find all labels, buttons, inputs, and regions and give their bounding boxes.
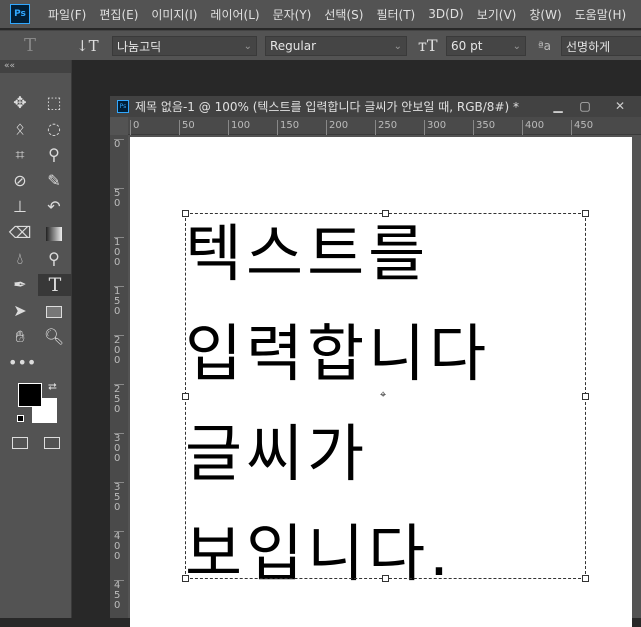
swap-colors-icon[interactable]: ⮂ xyxy=(48,380,57,394)
resize-handle[interactable] xyxy=(382,575,389,582)
font-size-value: 60 pt xyxy=(451,39,483,53)
ruler-tick-label: 0 xyxy=(114,139,124,150)
ruler-tick-label: 150 xyxy=(277,120,299,135)
menu-help[interactable]: 도움말(H) xyxy=(575,6,627,23)
menu-select[interactable]: 선택(S) xyxy=(324,6,363,23)
dodge-tool-icon[interactable]: ⚲ xyxy=(42,248,66,270)
history-brush-tool-icon[interactable]: ↶ xyxy=(42,196,66,218)
minimize-button[interactable]: ▁ xyxy=(544,96,572,117)
ruler-tick-label: 100 xyxy=(228,120,250,135)
toggle-text-orientation-icon[interactable]: ↓T xyxy=(76,37,99,55)
rectangle-tool-icon[interactable] xyxy=(42,300,66,322)
clone-stamp-tool-icon[interactable]: ⊥ xyxy=(8,196,32,218)
type-tool-preset-icon[interactable]: T xyxy=(24,35,36,56)
font-size-icon: тT xyxy=(418,36,438,55)
resize-handle[interactable] xyxy=(582,393,589,400)
antialias-value: 선명하게 xyxy=(566,39,611,54)
default-colors-icon[interactable] xyxy=(17,415,24,422)
menu-image[interactable]: 이미지(I) xyxy=(151,6,197,23)
move-tool-icon[interactable]: ✥ xyxy=(8,92,32,114)
close-button[interactable]: ✕ xyxy=(606,96,634,117)
ruler-tick-label: 1 0 0 xyxy=(114,237,124,268)
tools-panel: «« ✥ ⬚ ᛟ ◌ ⌗ ⚲ ⊘ ✎ ⊥ ↶ ⌫ 💧︎ ⚲ ✒︎ T ➤ ✋︎ … xyxy=(0,60,72,618)
menu-3d[interactable]: 3D(D) xyxy=(428,7,463,21)
ruler-tick-label: 400 xyxy=(522,120,544,135)
blur-tool-icon[interactable]: 💧︎ xyxy=(8,248,32,270)
chevron-down-icon: ⌄ xyxy=(393,40,402,52)
menu-bar: Ps 파일(F) 편집(E) 이미지(I) 레이어(L) 문자(Y) 선택(S)… xyxy=(0,0,641,28)
ruler-tick-label: 3 5 0 xyxy=(114,482,124,513)
menu-layer[interactable]: 레이어(L) xyxy=(210,6,259,23)
foreground-color-swatch[interactable] xyxy=(18,383,42,407)
ruler-tick-label: 5 0 xyxy=(114,188,124,209)
document-tab[interactable]: Ps 제목 없음-1 @ 100% (텍스트를 입력합니다 글씨가 안보일 때,… xyxy=(110,96,641,117)
vertical-ruler: 0 5 0 1 0 0 1 5 0 2 0 0 2 5 0 3 0 0 3 5 0 4 0 0 4… xyxy=(110,135,128,618)
ruler-tick-label: 2 5 0 xyxy=(114,384,124,415)
healing-brush-tool-icon[interactable]: ⊘ xyxy=(8,170,32,192)
resize-handle[interactable] xyxy=(582,210,589,217)
antialias-icon: ªa xyxy=(538,38,552,53)
marquee-tool-icon[interactable]: ⬚ xyxy=(42,92,66,114)
crop-tool-icon[interactable]: ⌗ xyxy=(8,144,32,166)
menu-filter[interactable]: 필터(T) xyxy=(376,6,415,23)
ruler-tick-label: 300 xyxy=(424,120,446,135)
ruler-tick-label: 4 0 0 xyxy=(114,531,124,562)
menu-file[interactable]: 파일(F) xyxy=(48,6,86,23)
menu-view[interactable]: 보기(V) xyxy=(477,6,517,23)
path-selection-tool-icon[interactable]: ➤ xyxy=(8,300,32,322)
menu-window[interactable]: 창(W) xyxy=(529,6,561,23)
ruler-tick-label: 200 xyxy=(326,120,348,135)
ruler-tick-label: 0 xyxy=(130,120,139,135)
ps-doc-icon: Ps xyxy=(117,100,129,113)
hand-tool-icon[interactable]: ✋︎ xyxy=(8,326,32,348)
menu-type[interactable]: 문자(Y) xyxy=(273,6,312,23)
lasso-tool-icon[interactable]: ᛟ xyxy=(8,118,32,140)
options-bar: T ↓T 나눔고딕 ⌄ Regular ⌄ тT 60 pt ⌄ ªa 선명하게 xyxy=(0,30,641,60)
font-size-select[interactable]: 60 pt ⌄ xyxy=(446,36,526,56)
eraser-tool-icon[interactable]: ⌫ xyxy=(8,222,32,244)
photoshop-logo: Ps xyxy=(10,4,30,24)
menu-edit[interactable]: 편집(E) xyxy=(99,6,138,23)
quick-selection-tool-icon[interactable]: ◌ xyxy=(42,118,66,140)
horizontal-ruler: 0 50 100 150 200 250 300 350 400 450 xyxy=(128,117,641,135)
chevron-down-icon: ⌄ xyxy=(512,40,521,52)
resize-handle[interactable] xyxy=(182,393,189,400)
type-tool-icon[interactable]: T xyxy=(38,274,72,296)
screen-mode-icon[interactable] xyxy=(44,437,60,449)
font-family-value: 나눔고딕 xyxy=(117,39,162,54)
eyedropper-tool-icon[interactable]: ⚲ xyxy=(42,144,66,166)
zoom-tool-icon[interactable]: 🔍︎ xyxy=(42,326,66,348)
text-bounding-box[interactable]: ⌖ xyxy=(182,210,589,582)
ruler-tick-label: 1 5 0 xyxy=(114,286,124,317)
font-style-value: Regular xyxy=(270,39,317,53)
reference-point-icon[interactable]: ⌖ xyxy=(380,388,386,402)
ruler-tick-label: 2 0 0 xyxy=(114,335,124,366)
brush-tool-icon[interactable]: ✎ xyxy=(42,170,66,192)
collapse-panel-button[interactable]: «« xyxy=(0,60,71,73)
document-window: Ps 제목 없음-1 @ 100% (텍스트를 입력합니다 글씨가 안보일 때,… xyxy=(110,96,641,627)
quick-mask-icon[interactable] xyxy=(12,437,28,449)
canvas[interactable]: 텍스트를 입력합니다 글씨가 보입니다. ⌖ xyxy=(130,137,632,627)
ruler-tick-label: 350 xyxy=(473,120,495,135)
resize-handle[interactable] xyxy=(382,210,389,217)
ruler-tick-label: 50 xyxy=(179,120,195,135)
resize-handle[interactable] xyxy=(182,210,189,217)
ruler-tick-label: 4 5 0 xyxy=(114,580,124,611)
ruler-tick-label: 3 0 0 xyxy=(114,433,124,464)
chevron-down-icon: ⌄ xyxy=(243,40,252,52)
pen-tool-icon[interactable]: ✒︎ xyxy=(8,274,32,296)
more-tools-icon[interactable]: ••• xyxy=(8,352,36,374)
font-style-select[interactable]: Regular ⌄ xyxy=(265,36,407,56)
maximize-button[interactable]: ▢ xyxy=(571,96,599,117)
font-family-select[interactable]: 나눔고딕 ⌄ xyxy=(112,36,257,56)
resize-handle[interactable] xyxy=(582,575,589,582)
ruler-tick-label: 450 xyxy=(571,120,593,135)
antialias-select[interactable]: 선명하게 xyxy=(561,36,641,56)
resize-handle[interactable] xyxy=(182,575,189,582)
ruler-tick-label: 250 xyxy=(375,120,397,135)
gradient-tool-icon[interactable] xyxy=(42,222,66,244)
document-title: 제목 없음-1 @ 100% (텍스트를 입력합니다 글씨가 안보일 때, RG… xyxy=(135,100,519,114)
